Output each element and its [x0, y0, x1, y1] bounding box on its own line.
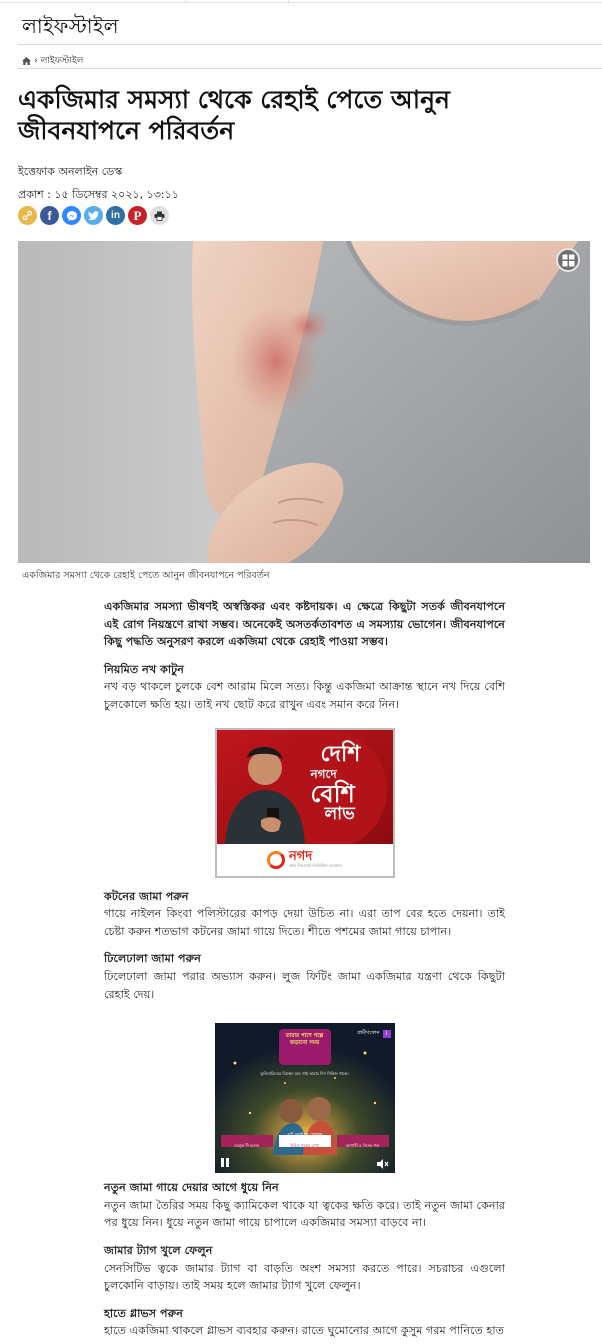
ad-tile: ডেলুক দী চলেন [233, 1143, 260, 1149]
ad-subtitle: ভুলিবারিতের বিচ্ছেদ মনে সাই তারার দিন সি… [260, 1071, 349, 1077]
twitter-icon[interactable] [84, 206, 103, 225]
article-author[interactable]: ইত্তেফাক অনলাইন ডেস্ক [18, 163, 122, 182]
nagad-logo: নগদ ডাক বিভাগের ডিজিটাল লেনদেন [216, 843, 393, 876]
ad-tile: বিচিত্র গল্পের দেখা [290, 1143, 319, 1149]
section-heading: জামার ট্যাগ খুলে ফেলুন [104, 1243, 213, 1257]
ad-tile: আগামী ৫ দিনের গল্প [345, 1143, 380, 1149]
pinterest-icon[interactable]: P [128, 206, 147, 225]
nagad-advertisement[interactable]: দেশি নগদে বেশি লাভ নগদ ডাক বিভাগের ডিজিট… [214, 727, 395, 878]
section-text: নখ বড় থাকলে চুলকে বেশ আরাম মিলে সত্য। ক… [104, 680, 505, 711]
ad-info-icon[interactable]: i [382, 1029, 391, 1038]
section-title[interactable]: লাইফস্টাইল [22, 12, 119, 45]
section-heading: কটনের জামা পরুন [104, 889, 189, 903]
messenger-icon[interactable] [62, 206, 81, 225]
breadcrumb: › লাইফস্টাইল [22, 53, 83, 68]
pause-icon[interactable] [220, 1158, 229, 1170]
article-headline: একজিমার সমস্যা থেকে রেহাই পেতে আনুন জীবন… [18, 85, 450, 145]
grameenphone-video-advertisement[interactable]: গ্রামীণফোন i তারার পাশে গল্পে জড়ানো সময… [214, 1023, 395, 1174]
print-icon[interactable] [150, 206, 169, 225]
top-nav-strip [0, 0, 602, 4]
section-text: নতুন জামা তৈরির সময় কিছু ক্যামিকেল থাকে… [104, 1198, 505, 1230]
section-heading: হাতে গ্লাভস পরুন [104, 1306, 183, 1320]
ad-title: তারার পাশে গল্পে জড়ানো সময় [285, 1033, 324, 1047]
nagad-logo-icon [267, 850, 286, 869]
article-hero-image[interactable] [18, 241, 590, 563]
copy-link-icon[interactable] [18, 206, 37, 225]
image-caption: একজিমার সমস্যা থেকে রেহাই পেতে আনুন জীবন… [22, 570, 270, 581]
share-bar: f in P [18, 206, 169, 225]
section-text: সেনসিটিভ ত্বকে জামার ট্যাগ বা বাড়তি অংশ… [104, 1261, 505, 1293]
breadcrumb-separator: › [34, 55, 38, 66]
section-heading: নতুন জামা গায়ে দেয়ার আগে ধুয়ে নিন [104, 1181, 279, 1195]
article-body: একজিমার সমস্যা ভীষণই অস্বস্তিকর এবং কষ্ট… [104, 598, 505, 1340]
ad-header: গ্রামীণফোন i [357, 1025, 391, 1043]
mute-icon[interactable] [376, 1157, 389, 1173]
gallery-icon[interactable] [556, 248, 580, 272]
section-text: হাতে একজিমা থাকলে গ্লাভস ব্যবহার করুন। র… [104, 1324, 504, 1338]
section-heading: নিয়মিত নখ কাটুন [104, 662, 184, 676]
divider [18, 68, 602, 69]
section-text: গায়ে নাইলন কিংবা পলিস্টারের কাপড় দেয়া… [104, 907, 505, 938]
breadcrumb-current[interactable]: লাইফস্টাইল [41, 53, 84, 68]
section-heading: ঢিলেঢালা জামা পরুন [104, 952, 201, 966]
section-text: ঢিলেঢালা জামা পরার অভ্যাস করুন। লুজ ফিটি… [104, 969, 505, 1001]
article-lead: একজিমার সমস্যা ভীষণই অস্বস্তিকর এবং কষ্ট… [104, 600, 505, 649]
home-icon[interactable] [22, 56, 31, 65]
facebook-icon[interactable]: f [40, 206, 59, 225]
nagad-ad-slogan: দেশি নগদে বেশি লাভ [310, 741, 361, 824]
divider [18, 44, 602, 45]
publish-date: প্রকাশ : ১৫ ডিসেম্বর ২০২১, ১৩:১১ [18, 188, 179, 201]
linkedin-icon[interactable]: in [106, 206, 125, 225]
